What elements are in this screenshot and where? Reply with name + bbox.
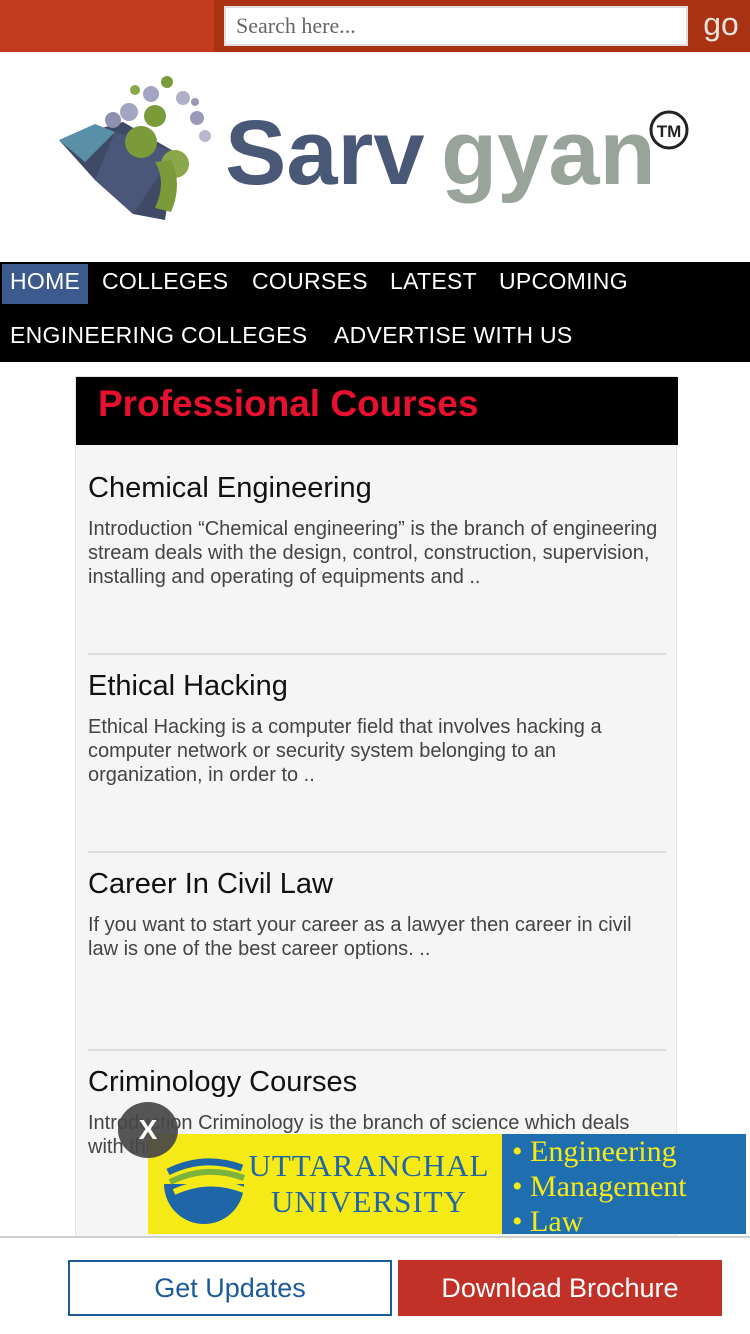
course-description: Introduction “Chemical engineering” is t… bbox=[88, 518, 658, 588]
nav-item-courses[interactable]: COURSES bbox=[252, 268, 368, 295]
university-name-line1: UTTARANCHAL bbox=[248, 1148, 490, 1183]
nav-item-colleges[interactable]: COLLEGES bbox=[102, 268, 228, 295]
panel-header: Professional Courses bbox=[76, 377, 678, 445]
nav-item-home[interactable]: HOME bbox=[2, 264, 89, 304]
program-item: • Law bbox=[512, 1205, 584, 1238]
course-title[interactable]: Criminology Courses bbox=[88, 1065, 666, 1099]
course-title[interactable]: Career In Civil Law bbox=[88, 867, 666, 901]
logo-text-sarv: Sarv bbox=[225, 102, 425, 204]
ad-university-block: UTTARANCHAL UNIVERSITY bbox=[148, 1134, 502, 1234]
search-go-button[interactable]: go bbox=[692, 2, 750, 48]
main-nav: HOME COLLEGES COURSES LATEST UPCOMING EN… bbox=[0, 262, 750, 362]
course-title[interactable]: Ethical Hacking bbox=[88, 669, 666, 703]
nav-item-upcoming[interactable]: UPCOMING bbox=[499, 268, 628, 295]
ad-banner[interactable]: UTTARANCHAL UNIVERSITY • Engineering • M… bbox=[148, 1134, 746, 1238]
panel-title: Professional Courses bbox=[98, 383, 479, 424]
top-bar: go bbox=[0, 0, 750, 52]
course-description: If you want to start your career as a la… bbox=[88, 914, 632, 960]
search-input[interactable] bbox=[224, 6, 688, 46]
download-brochure-button[interactable]: Download Brochure bbox=[398, 1260, 722, 1316]
divider bbox=[88, 1049, 666, 1051]
ad-programs-block: • Engineering • Management • Law bbox=[502, 1134, 746, 1238]
close-ad-button[interactable]: X bbox=[118, 1102, 178, 1158]
course-item[interactable]: Chemical Engineering Introduction “Chemi… bbox=[88, 471, 666, 589]
program-item: • Engineering bbox=[512, 1135, 677, 1168]
bottom-action-bar: Get Updates Download Brochure bbox=[0, 1236, 750, 1334]
nav-item-advertise[interactable]: ADVERTISE WITH US bbox=[334, 322, 573, 349]
header-logo-area: Sarv gyan TM bbox=[0, 52, 750, 262]
course-item[interactable]: Ethical Hacking Ethical Hacking is a com… bbox=[88, 669, 666, 787]
program-item: • Management bbox=[512, 1170, 687, 1203]
logo-emblem-icon bbox=[59, 76, 211, 220]
university-name: UTTARANCHAL UNIVERSITY bbox=[244, 1148, 494, 1220]
course-item[interactable]: Career In Civil Law If you want to start… bbox=[88, 867, 666, 961]
course-description: Ethical Hacking is a computer field that… bbox=[88, 716, 602, 786]
divider bbox=[88, 653, 666, 655]
program-list: • Engineering • Management • Law bbox=[512, 1134, 687, 1239]
university-name-line2: UNIVERSITY bbox=[271, 1184, 467, 1219]
nav-item-latest[interactable]: LATEST bbox=[390, 268, 477, 295]
search-form: go bbox=[214, 0, 750, 52]
trademark-text: TM bbox=[657, 122, 682, 141]
sarvgyan-logo[interactable]: Sarv gyan TM bbox=[55, 72, 695, 242]
divider bbox=[88, 851, 666, 853]
logo-text-gyan: gyan bbox=[441, 102, 656, 204]
course-title[interactable]: Chemical Engineering bbox=[88, 471, 666, 505]
get-updates-button[interactable]: Get Updates bbox=[68, 1260, 392, 1316]
nav-item-engineering-colleges[interactable]: ENGINEERING COLLEGES bbox=[10, 322, 307, 349]
